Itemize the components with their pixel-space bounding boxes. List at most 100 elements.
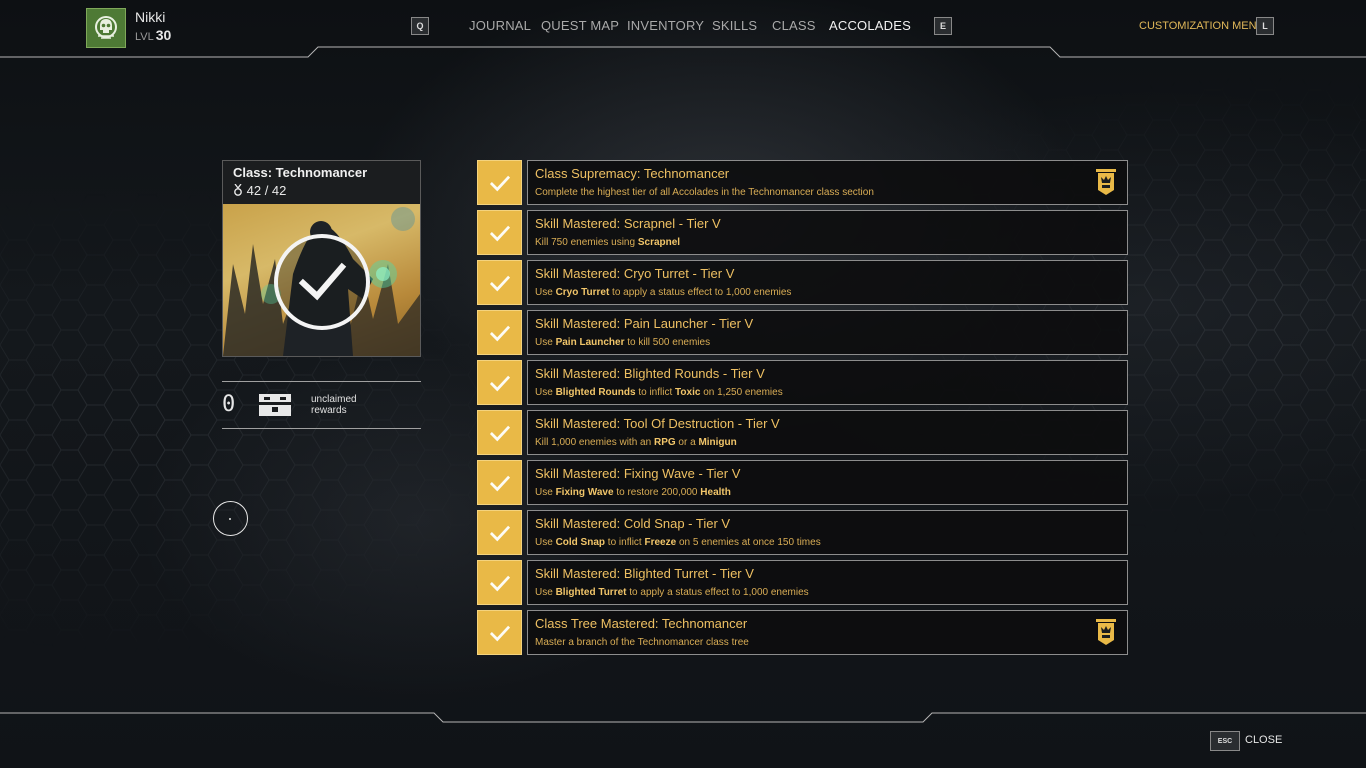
technomancer-artwork: [222, 204, 421, 357]
close-key[interactable]: ESC: [1210, 731, 1240, 751]
accolade-description: Kill 1,000 enemies with an RPG or a Mini…: [535, 437, 737, 448]
accolade-row[interactable]: Skill Mastered: Cold Snap - Tier V Use Co…: [477, 510, 1128, 555]
tab-inventory[interactable]: INVENTORY: [627, 18, 704, 33]
accolade-text: to apply a status effect to 1,000 enemie…: [609, 287, 792, 298]
accolade-text: Use: [535, 487, 556, 498]
rewards-divider-bottom: [222, 428, 421, 429]
accolade-check-icon: [477, 310, 522, 355]
tab-journal[interactable]: JOURNAL: [469, 18, 531, 33]
accolade-row[interactable]: Skill Mastered: Pain Launcher - Tier V Us…: [477, 310, 1128, 355]
tab-class[interactable]: CLASS: [772, 18, 816, 33]
accolade-text: to inflict: [635, 387, 676, 398]
accolade-keyword: Blighted Turret: [555, 587, 627, 598]
prev-tab-key[interactable]: Q: [411, 17, 429, 35]
accolade-text: Use: [535, 337, 556, 348]
accolade-card: Skill Mastered: Cryo Turret - Tier V Use …: [527, 260, 1128, 305]
accolade-row[interactable]: Skill Mastered: Blighted Rounds - Tier V…: [477, 360, 1128, 405]
accolade-check-icon: [477, 510, 522, 555]
accolade-keyword: Blighted Rounds: [555, 387, 636, 398]
accolade-card: Skill Mastered: Tool Of Destruction - Ti…: [527, 410, 1128, 455]
customization-menu-link[interactable]: CUSTOMIZATION MENU: [1139, 20, 1264, 32]
accolade-row[interactable]: Class Tree Mastered: Technomancer Master …: [477, 610, 1128, 655]
accolade-title: Skill Mastered: Blighted Turret - Tier V: [535, 566, 754, 581]
accolade-card: Class Supremacy: Technomancer Complete th…: [527, 160, 1128, 205]
player-badge[interactable]: [86, 8, 126, 48]
accolade-text: to kill 500 enemies: [624, 337, 711, 348]
accolade-row[interactable]: Skill Mastered: Scrapnel - Tier V Kill 75…: [477, 210, 1128, 255]
accolade-text: Use: [535, 287, 556, 298]
accolade-text: Use: [535, 537, 556, 548]
accolade-title: Skill Mastered: Cold Snap - Tier V: [535, 516, 731, 531]
accolade-text: to apply a status effect to 1,000 enemie…: [626, 587, 809, 598]
player-name: Nikki: [135, 9, 166, 25]
accolade-row[interactable]: Skill Mastered: Fixing Wave - Tier V Use …: [477, 460, 1128, 505]
accolade-title: Class Tree Mastered: Technomancer: [535, 616, 748, 631]
accolade-card: Class Tree Mastered: Technomancer Master …: [527, 610, 1128, 655]
accolade-row[interactable]: Skill Mastered: Tool Of Destruction - Ti…: [477, 410, 1128, 455]
accolade-keyword: RPG: [653, 437, 676, 448]
accolade-keyword: Freeze: [644, 537, 677, 548]
accolade-row[interactable]: Skill Mastered: Blighted Turret - Tier V…: [477, 560, 1128, 605]
customization-key[interactable]: L: [1256, 17, 1274, 35]
close-button[interactable]: CLOSE: [1245, 734, 1282, 746]
completed-ring-icon: [274, 234, 370, 330]
unclaimed-rewards-count: 0: [222, 392, 236, 417]
accolade-keyword: Fixing Wave: [555, 487, 614, 498]
accolade-row[interactable]: Class Supremacy: Technomancer Complete th…: [477, 160, 1128, 205]
accolade-card: Skill Mastered: Pain Launcher - Tier V Us…: [527, 310, 1128, 355]
accolade-title: Skill Mastered: Tool Of Destruction - Ti…: [535, 416, 780, 431]
tab-quest-map[interactable]: QUEST MAP: [541, 18, 619, 33]
accolade-check-icon: [477, 360, 522, 405]
accolade-card: Skill Mastered: Blighted Turret - Tier V…: [527, 560, 1128, 605]
next-tab-key[interactable]: E: [934, 17, 952, 35]
accolade-keyword: Minigun: [698, 437, 737, 448]
accolade-keyword: Pain Launcher: [555, 337, 625, 348]
class-emblem-icon: [1095, 618, 1117, 646]
accolade-keyword: Cryo Turret: [555, 287, 610, 298]
level-prefix: LVL: [135, 31, 154, 43]
accolade-title: Skill Mastered: Fixing Wave - Tier V: [535, 466, 741, 481]
accolade-card: Skill Mastered: Cold Snap - Tier V Use Co…: [527, 510, 1128, 555]
accolade-card: Skill Mastered: Scrapnel - Tier V Kill 75…: [527, 210, 1128, 255]
accolade-text: on 5 enemies at once 150 times: [676, 537, 821, 548]
reward-chest-icon[interactable]: [258, 393, 292, 417]
accolade-check-icon: [477, 210, 522, 255]
accolade-description: Use Blighted Turret to apply a status ef…: [535, 587, 809, 598]
accolade-keyword: Scrapnel: [637, 237, 681, 248]
accolade-text: Kill 750 enemies using: [535, 237, 638, 248]
accolade-check-icon: [477, 610, 522, 655]
accolade-card: Skill Mastered: Blighted Rounds - Tier V…: [527, 360, 1128, 405]
accolade-text: Use: [535, 587, 556, 598]
accolade-description: Master a branch of the Technomancer clas…: [535, 637, 749, 648]
unclaimed-rewards-label: unclaimed rewards: [311, 394, 357, 416]
accolade-keyword: Cold Snap: [555, 537, 606, 548]
accolade-description: Use Pain Launcher to kill 500 enemies: [535, 337, 710, 348]
tab-skills[interactable]: SKILLS: [712, 18, 757, 33]
accolade-description: Use Cold Snap to inflict Freeze on 5 ene…: [535, 537, 821, 548]
tab-accolades[interactable]: ACCOLADES: [829, 18, 911, 33]
accolade-card: Skill Mastered: Fixing Wave - Tier V Use …: [527, 460, 1128, 505]
accolade-check-icon: [477, 460, 522, 505]
accolade-text: or a: [675, 437, 699, 448]
accolade-title: Skill Mastered: Cryo Turret - Tier V: [535, 266, 735, 281]
accolade-row[interactable]: Skill Mastered: Cryo Turret - Tier V Use …: [477, 260, 1128, 305]
class-card-header: Class: Technomancer 42 / 42: [222, 160, 421, 205]
accolade-description: Use Cryo Turret to apply a status effect…: [535, 287, 791, 298]
accolade-description: Complete the highest tier of all Accolad…: [535, 187, 874, 198]
accolade-description: Use Fixing Wave to restore 200,000 Healt…: [535, 487, 731, 498]
accolade-description: Use Blighted Rounds to inflict Toxic on …: [535, 387, 783, 398]
class-progress-value: 42 / 42: [246, 183, 287, 198]
class-card[interactable]: Class: Technomancer 42 / 42: [222, 160, 421, 358]
accolade-text: to inflict: [605, 537, 645, 548]
accolade-text: on 1,250 enemies: [700, 387, 783, 398]
accolade-description: Kill 750 enemies using Scrapnel: [535, 237, 680, 248]
class-emblem-icon: [1095, 168, 1117, 196]
accolade-text: Kill 1,000 enemies with an: [535, 437, 654, 448]
accolade-text: to restore 200,000: [613, 487, 701, 498]
accolade-text: Complete the highest tier of all Accolad…: [535, 187, 874, 198]
level-value: 30: [155, 27, 172, 43]
accolade-check-icon: [477, 260, 522, 305]
accolade-list: Class Supremacy: Technomancer Complete th…: [477, 160, 1128, 660]
class-progress: 42 / 42: [233, 183, 286, 198]
accolade-check-icon: [477, 410, 522, 455]
